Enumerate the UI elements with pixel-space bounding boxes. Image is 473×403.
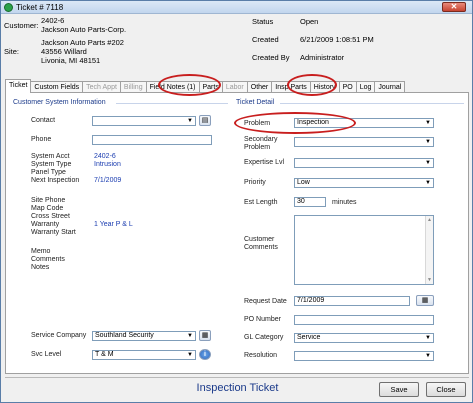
- contact-card-icon[interactable]: ▤: [199, 115, 211, 126]
- phone-label: Phone: [31, 136, 52, 143]
- ticket-detail-heading: Ticket Detail: [236, 99, 275, 106]
- customer-comments-textarea[interactable]: ▲ ▼: [294, 215, 434, 285]
- site-city: Livonia, MI 48151: [41, 56, 101, 65]
- problem-select[interactable]: Inspection ▼: [294, 118, 434, 128]
- site-label: Site:: [4, 47, 20, 56]
- system-acct-value: 2402-6: [94, 153, 116, 160]
- memo-label: Memo: [31, 248, 51, 255]
- comments-scrollbar[interactable]: ▲ ▼: [425, 216, 433, 284]
- panel-type-label: Panel Type: [31, 169, 66, 176]
- created-label: Created: [252, 35, 279, 44]
- customer-number: 2402-6: [41, 16, 65, 25]
- contact-label: Contact: [31, 117, 56, 124]
- status-label: Status: [252, 17, 274, 26]
- cross-street-label: Cross Street: [31, 213, 70, 220]
- chevron-down-icon: ▼: [187, 352, 193, 358]
- site-name: Jackson Auto Parts #202: [41, 38, 124, 47]
- request-date-field[interactable]: 7/1/2009: [294, 296, 410, 306]
- tab-ticket[interactable]: Ticket: [5, 79, 32, 93]
- service-company-label: Service Company: [31, 332, 87, 339]
- warranty-label: Warranty: [31, 221, 60, 228]
- expertise-label: Expertise Lvl: [244, 159, 285, 166]
- status-value: Open: [300, 17, 319, 26]
- customer-comments-label: Customer Comments: [244, 236, 278, 251]
- request-date-label: Request Date: [244, 298, 287, 305]
- created-by-label: Created By: [252, 53, 290, 62]
- next-inspection-value: 7/1/2009: [94, 177, 122, 184]
- est-length-field[interactable]: 30: [294, 197, 326, 207]
- chevron-down-icon: ▼: [425, 335, 431, 341]
- system-type-value: Intrusion: [94, 161, 121, 168]
- customer-name: Jackson Auto Parts-Corp.: [41, 25, 127, 34]
- scroll-up-icon[interactable]: ▲: [427, 217, 432, 223]
- save-button[interactable]: Save: [379, 382, 419, 397]
- priority-select[interactable]: Low ▼: [294, 178, 434, 188]
- created-value: 6/21/2009 1:08:51 PM: [300, 35, 374, 44]
- group-divider: [280, 103, 464, 104]
- system-type-label: System Type: [31, 161, 72, 168]
- next-inspection-label: Next Inspection: [31, 177, 80, 184]
- customer-system-info-heading: Customer System Information: [13, 99, 106, 106]
- group-divider: [116, 103, 228, 104]
- phone-field[interactable]: [92, 135, 212, 145]
- gl-category-value: Service: [297, 334, 321, 341]
- title-bar: Ticket # 7118 ✕: [1, 1, 472, 14]
- gl-category-label: GL Category: [244, 334, 284, 341]
- tab-strip: Ticket Custom Fields Tech Appt Billing F…: [5, 79, 406, 93]
- service-company-value: Southland Security: [95, 332, 154, 339]
- svc-level-select[interactable]: T & M ▼: [92, 350, 196, 360]
- app-icon: [4, 3, 13, 12]
- chevron-down-icon: ▼: [425, 160, 431, 166]
- window-close-button[interactable]: ✕: [442, 2, 466, 12]
- ticket-window: Ticket # 7118 ✕ Customer: 2402-6 Jackson…: [0, 0, 473, 403]
- chevron-down-icon: ▼: [187, 333, 193, 339]
- info-icon[interactable]: i: [199, 349, 211, 360]
- expertise-select[interactable]: ▼: [294, 158, 434, 168]
- chevron-down-icon: ▼: [187, 118, 193, 124]
- po-number-label: PO Number: [244, 316, 281, 323]
- priority-label: Priority: [244, 179, 266, 186]
- problem-value: Inspection: [297, 119, 329, 126]
- resolution-label: Resolution: [244, 352, 278, 359]
- window-title: Ticket # 7118: [16, 3, 64, 12]
- chevron-down-icon: ▼: [425, 120, 431, 126]
- chevron-down-icon: ▼: [425, 353, 431, 359]
- scroll-down-icon[interactable]: ▼: [427, 277, 432, 283]
- site-street: 43556 Willard: [41, 47, 87, 56]
- close-button[interactable]: Close: [426, 382, 466, 397]
- ticket-panel: Customer System Information Contact ▼ ▤ …: [5, 92, 469, 374]
- chevron-down-icon: ▼: [425, 139, 431, 145]
- warranty-value: 1 Year P & L: [94, 221, 133, 228]
- chevron-down-icon: ▼: [425, 180, 431, 186]
- calendar-icon[interactable]: ▦: [416, 295, 434, 306]
- svc-level-value: T & M: [95, 351, 114, 358]
- created-by-value: Administrator: [300, 53, 345, 62]
- secondary-problem-select[interactable]: ▼: [294, 137, 434, 147]
- po-number-field[interactable]: [294, 315, 434, 325]
- contact-select[interactable]: ▼: [92, 116, 196, 126]
- company-building-icon[interactable]: ▦: [199, 330, 211, 341]
- secondary-problem-label: Secondary Problem: [244, 136, 278, 151]
- comments-label: Comments: [31, 256, 65, 263]
- footer-divider: [5, 377, 469, 378]
- map-code-label: Map Code: [31, 205, 64, 212]
- notes-label: Notes: [31, 264, 50, 271]
- est-length-label: Est Length: [244, 199, 278, 206]
- problem-label: Problem: [244, 120, 271, 127]
- resolution-select[interactable]: ▼: [294, 351, 434, 361]
- svc-level-label: Svc Level: [31, 351, 62, 358]
- service-company-select[interactable]: Southland Security ▼: [92, 331, 196, 341]
- warranty-start-label: Warranty Start: [31, 229, 76, 236]
- priority-value: Low: [297, 179, 310, 186]
- customer-label: Customer:: [4, 21, 39, 30]
- gl-category-select[interactable]: Service ▼: [294, 333, 434, 343]
- system-acct-label: System Acct: [31, 153, 70, 160]
- est-length-unit: minutes: [332, 199, 357, 206]
- site-phone-label: Site Phone: [31, 197, 66, 204]
